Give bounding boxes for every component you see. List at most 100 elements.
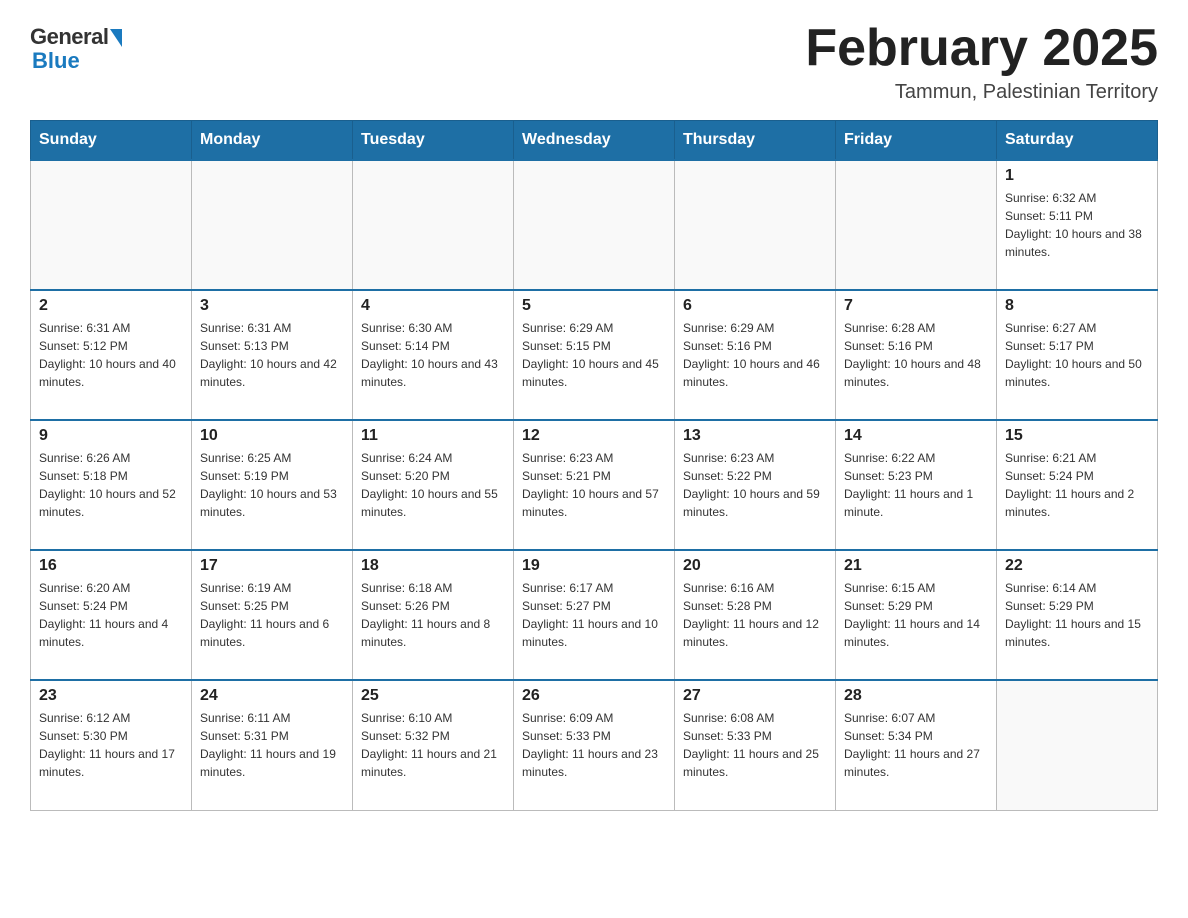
calendar-cell: 23 Sunrise: 6:12 AMSunset: 5:30 PMDayligh… bbox=[31, 680, 192, 810]
logo-blue-text: Blue bbox=[30, 48, 80, 74]
day-info: Sunrise: 6:32 AMSunset: 5:11 PMDaylight:… bbox=[1005, 189, 1149, 261]
calendar-cell: 20 Sunrise: 6:16 AMSunset: 5:28 PMDayligh… bbox=[675, 550, 836, 680]
logo: General Blue bbox=[30, 20, 122, 74]
calendar-cell bbox=[675, 160, 836, 290]
calendar-cell: 8 Sunrise: 6:27 AMSunset: 5:17 PMDaylight… bbox=[997, 290, 1158, 420]
calendar-cell bbox=[514, 160, 675, 290]
calendar-cell: 14 Sunrise: 6:22 AMSunset: 5:23 PMDayligh… bbox=[836, 420, 997, 550]
calendar-cell: 4Sunrise: 6:30 AMSunset: 5:14 PMDaylight… bbox=[353, 290, 514, 420]
calendar-cell: 11 Sunrise: 6:24 AMSunset: 5:20 PMDayligh… bbox=[353, 420, 514, 550]
month-title: February 2025 bbox=[805, 20, 1158, 77]
calendar-cell: 2Sunrise: 6:31 AMSunset: 5:12 PMDaylight… bbox=[31, 290, 192, 420]
calendar-cell bbox=[836, 160, 997, 290]
day-number: 15 bbox=[1005, 427, 1149, 445]
day-info: Sunrise: 6:23 AMSunset: 5:22 PMDaylight:… bbox=[683, 449, 827, 521]
calendar-cell: 22 Sunrise: 6:14 AMSunset: 5:29 PMDayligh… bbox=[997, 550, 1158, 680]
weekday-header-sunday: Sunday bbox=[31, 121, 192, 161]
day-number: 6 bbox=[683, 297, 827, 315]
day-info: Sunrise: 6:25 AMSunset: 5:19 PMDaylight:… bbox=[200, 449, 344, 521]
day-info: Sunrise: 6:29 AMSunset: 5:16 PMDaylight:… bbox=[683, 319, 827, 391]
day-info: Sunrise: 6:15 AMSunset: 5:29 PMDaylight:… bbox=[844, 579, 988, 651]
day-number: 23 bbox=[39, 687, 183, 705]
day-info: Sunrise: 6:19 AMSunset: 5:25 PMDaylight:… bbox=[200, 579, 344, 651]
day-number: 24 bbox=[200, 687, 344, 705]
calendar-cell: 13 Sunrise: 6:23 AMSunset: 5:22 PMDayligh… bbox=[675, 420, 836, 550]
calendar-cell: 1 Sunrise: 6:32 AMSunset: 5:11 PMDaylight… bbox=[997, 160, 1158, 290]
calendar-cell: 17 Sunrise: 6:19 AMSunset: 5:25 PMDayligh… bbox=[192, 550, 353, 680]
calendar-table: SundayMondayTuesdayWednesdayThursdayFrid… bbox=[30, 120, 1158, 811]
day-number: 1 bbox=[1005, 167, 1149, 185]
day-info: Sunrise: 6:11 AMSunset: 5:31 PMDaylight:… bbox=[200, 709, 344, 781]
calendar-cell bbox=[353, 160, 514, 290]
calendar-cell: 24 Sunrise: 6:11 AMSunset: 5:31 PMDayligh… bbox=[192, 680, 353, 810]
day-info: Sunrise: 6:24 AMSunset: 5:20 PMDaylight:… bbox=[361, 449, 505, 521]
day-number: 28 bbox=[844, 687, 988, 705]
calendar-cell: 28 Sunrise: 6:07 AMSunset: 5:34 PMDayligh… bbox=[836, 680, 997, 810]
weekday-header-monday: Monday bbox=[192, 121, 353, 161]
day-info: Sunrise: 6:22 AMSunset: 5:23 PMDaylight:… bbox=[844, 449, 988, 521]
day-number: 22 bbox=[1005, 557, 1149, 575]
day-number: 21 bbox=[844, 557, 988, 575]
day-number: 8 bbox=[1005, 297, 1149, 315]
day-info: Sunrise: 6:16 AMSunset: 5:28 PMDaylight:… bbox=[683, 579, 827, 651]
day-info: Sunrise: 6:27 AMSunset: 5:17 PMDaylight:… bbox=[1005, 319, 1149, 391]
day-info: Sunrise: 6:31 AMSunset: 5:12 PMDaylight:… bbox=[39, 319, 183, 391]
calendar-cell: 15 Sunrise: 6:21 AMSunset: 5:24 PMDayligh… bbox=[997, 420, 1158, 550]
day-info: Sunrise: 6:09 AMSunset: 5:33 PMDaylight:… bbox=[522, 709, 666, 781]
day-number: 18 bbox=[361, 557, 505, 575]
day-info: Sunrise: 6:18 AMSunset: 5:26 PMDaylight:… bbox=[361, 579, 505, 651]
weekday-header-saturday: Saturday bbox=[997, 121, 1158, 161]
day-number: 20 bbox=[683, 557, 827, 575]
day-info: Sunrise: 6:20 AMSunset: 5:24 PMDaylight:… bbox=[39, 579, 183, 651]
day-number: 9 bbox=[39, 427, 183, 445]
calendar-cell: 21 Sunrise: 6:15 AMSunset: 5:29 PMDayligh… bbox=[836, 550, 997, 680]
page-header: General Blue February 2025 Tammun, Pales… bbox=[30, 20, 1158, 104]
calendar-cell: 19Sunrise: 6:17 AMSunset: 5:27 PMDayligh… bbox=[514, 550, 675, 680]
calendar-cell: 3Sunrise: 6:31 AMSunset: 5:13 PMDaylight… bbox=[192, 290, 353, 420]
day-info: Sunrise: 6:26 AMSunset: 5:18 PMDaylight:… bbox=[39, 449, 183, 521]
logo-general-text: General bbox=[30, 24, 108, 50]
day-number: 13 bbox=[683, 427, 827, 445]
day-number: 25 bbox=[361, 687, 505, 705]
title-section: February 2025 Tammun, Palestinian Territ… bbox=[805, 20, 1158, 104]
calendar-cell: 26 Sunrise: 6:09 AMSunset: 5:33 PMDayligh… bbox=[514, 680, 675, 810]
day-info: Sunrise: 6:29 AMSunset: 5:15 PMDaylight:… bbox=[522, 319, 666, 391]
day-number: 12 bbox=[522, 427, 666, 445]
day-info: Sunrise: 6:10 AMSunset: 5:32 PMDaylight:… bbox=[361, 709, 505, 781]
week-row-5: 23 Sunrise: 6:12 AMSunset: 5:30 PMDayligh… bbox=[31, 680, 1158, 810]
day-info: Sunrise: 6:07 AMSunset: 5:34 PMDaylight:… bbox=[844, 709, 988, 781]
day-number: 14 bbox=[844, 427, 988, 445]
calendar-cell: 18 Sunrise: 6:18 AMSunset: 5:26 PMDayligh… bbox=[353, 550, 514, 680]
day-info: Sunrise: 6:23 AMSunset: 5:21 PMDaylight:… bbox=[522, 449, 666, 521]
calendar-cell: 25 Sunrise: 6:10 AMSunset: 5:32 PMDayligh… bbox=[353, 680, 514, 810]
day-info: Sunrise: 6:21 AMSunset: 5:24 PMDaylight:… bbox=[1005, 449, 1149, 521]
day-number: 4 bbox=[361, 297, 505, 315]
weekday-header-row: SundayMondayTuesdayWednesdayThursdayFrid… bbox=[31, 121, 1158, 161]
calendar-cell bbox=[31, 160, 192, 290]
day-number: 17 bbox=[200, 557, 344, 575]
day-info: Sunrise: 6:12 AMSunset: 5:30 PMDaylight:… bbox=[39, 709, 183, 781]
day-number: 27 bbox=[683, 687, 827, 705]
location-title: Tammun, Palestinian Territory bbox=[805, 81, 1158, 104]
weekday-header-wednesday: Wednesday bbox=[514, 121, 675, 161]
calendar-cell bbox=[192, 160, 353, 290]
day-info: Sunrise: 6:28 AMSunset: 5:16 PMDaylight:… bbox=[844, 319, 988, 391]
day-info: Sunrise: 6:31 AMSunset: 5:13 PMDaylight:… bbox=[200, 319, 344, 391]
calendar-cell bbox=[997, 680, 1158, 810]
calendar-cell: 7 Sunrise: 6:28 AMSunset: 5:16 PMDaylight… bbox=[836, 290, 997, 420]
week-row-2: 2Sunrise: 6:31 AMSunset: 5:12 PMDaylight… bbox=[31, 290, 1158, 420]
logo-triangle-icon bbox=[110, 29, 122, 47]
week-row-1: 1 Sunrise: 6:32 AMSunset: 5:11 PMDaylight… bbox=[31, 160, 1158, 290]
day-number: 5 bbox=[522, 297, 666, 315]
day-number: 26 bbox=[522, 687, 666, 705]
calendar-cell: 12 Sunrise: 6:23 AMSunset: 5:21 PMDayligh… bbox=[514, 420, 675, 550]
day-number: 19 bbox=[522, 557, 666, 575]
day-number: 16 bbox=[39, 557, 183, 575]
day-info: Sunrise: 6:14 AMSunset: 5:29 PMDaylight:… bbox=[1005, 579, 1149, 651]
week-row-4: 16 Sunrise: 6:20 AMSunset: 5:24 PMDayligh… bbox=[31, 550, 1158, 680]
week-row-3: 9 Sunrise: 6:26 AMSunset: 5:18 PMDaylight… bbox=[31, 420, 1158, 550]
day-number: 11 bbox=[361, 427, 505, 445]
day-number: 7 bbox=[844, 297, 988, 315]
day-info: Sunrise: 6:08 AMSunset: 5:33 PMDaylight:… bbox=[683, 709, 827, 781]
calendar-cell: 10Sunrise: 6:25 AMSunset: 5:19 PMDayligh… bbox=[192, 420, 353, 550]
